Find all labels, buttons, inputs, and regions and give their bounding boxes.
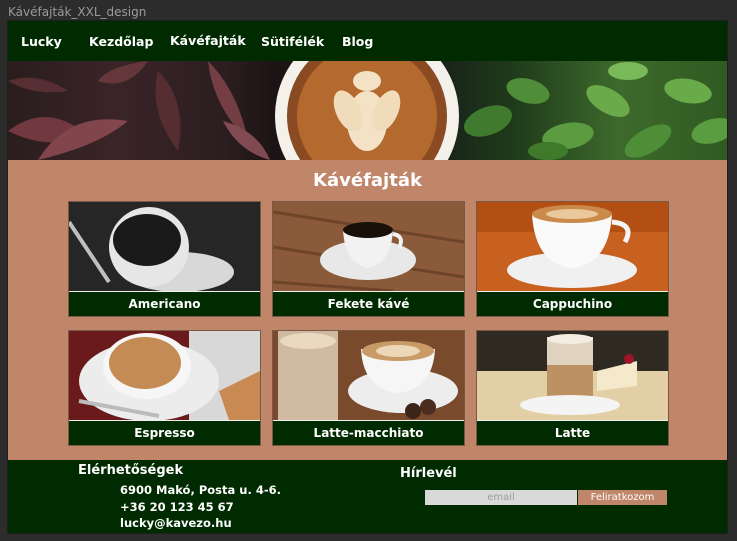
contact-title: Elérhetőségek <box>78 463 184 478</box>
contact-phone: +36 20 123 45 67 <box>120 500 234 514</box>
hero-banner-image <box>8 61 727 160</box>
espresso-photo <box>69 331 260 420</box>
nav-brand[interactable]: Lucky <box>21 34 62 49</box>
footer: Elérhetőségek 6900 Makó, Posta u. 4-6. +… <box>8 460 727 533</box>
window-title: Kávéfajták_XXL_design <box>8 5 147 19</box>
americano-photo <box>69 202 260 291</box>
nav-item-kezdolap[interactable]: Kezdőlap <box>89 34 153 49</box>
card-label: Americano <box>69 291 260 316</box>
top-nav: Lucky Kezdőlap Kávéfajták Sütifélék Blog <box>8 21 727 61</box>
nav-item-kavefajtak[interactable]: Kávéfajták <box>170 33 246 48</box>
nav-item-blog[interactable]: Blog <box>342 34 373 49</box>
card-label: Espresso <box>69 420 260 445</box>
coffee-card-latte-macchiato[interactable]: Latte-macchiato <box>272 330 465 446</box>
newsletter-email-input[interactable] <box>425 490 577 505</box>
subscribe-button[interactable]: Feliratkozom <box>578 490 667 505</box>
latte-macchiato-photo <box>273 331 464 420</box>
card-label: Fekete kávé <box>273 291 464 316</box>
nav-item-sutifelek[interactable]: Sütifélék <box>261 34 324 49</box>
coffee-card-espresso[interactable]: Espresso <box>68 330 261 446</box>
card-label: Latte <box>477 420 668 445</box>
coffee-card-latte[interactable]: Latte <box>476 330 669 446</box>
contact-address: 6900 Makó, Posta u. 4-6. <box>120 483 281 497</box>
card-label: Cappuchino <box>477 291 668 316</box>
fekete-kave-photo <box>273 202 464 291</box>
coffee-card-americano[interactable]: Americano <box>68 201 261 317</box>
coffee-card-cappuchino[interactable]: Cappuchino <box>476 201 669 317</box>
section-title: Kávéfajták <box>313 170 422 191</box>
coffee-card-fekete-kave[interactable]: Fekete kávé <box>272 201 465 317</box>
contact-email: lucky@kavezo.hu <box>120 516 232 530</box>
latte-photo <box>477 331 668 420</box>
card-label: Latte-macchiato <box>273 420 464 445</box>
page-canvas: Lucky Kezdőlap Kávéfajták Sütifélék Blog <box>7 20 728 534</box>
cappuchino-photo <box>477 202 668 291</box>
newsletter-title: Hírlevél <box>400 466 457 481</box>
